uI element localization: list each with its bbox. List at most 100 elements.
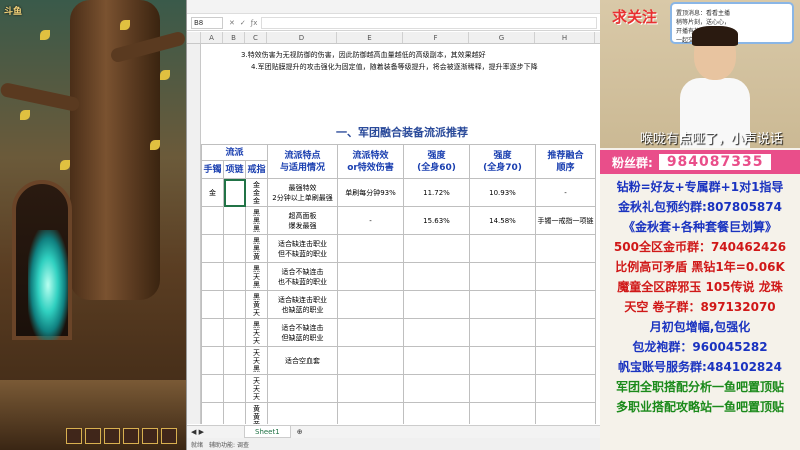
table-cell[interactable]	[403, 262, 470, 291]
column-letter[interactable]: F	[403, 32, 469, 43]
column-letter[interactable]: D	[267, 32, 337, 43]
table-cell[interactable]	[469, 402, 536, 424]
table-cell[interactable]	[201, 234, 224, 263]
cancel-icon[interactable]: ✕	[229, 19, 235, 27]
table-cell[interactable]	[535, 290, 596, 319]
table-cell[interactable]	[337, 234, 404, 263]
table-cell[interactable]: 黑 天 黑	[245, 262, 268, 291]
table-cell[interactable]	[223, 318, 246, 347]
enter-icon[interactable]: ✓	[240, 19, 246, 27]
table-cell[interactable]: 手镯一戒指一项链	[535, 206, 596, 235]
table-cell[interactable]: 天 天 黑	[245, 346, 268, 375]
table-cell[interactable]: -	[337, 206, 404, 235]
table-cell[interactable]: 11.72%	[403, 178, 470, 207]
skill-slot[interactable]	[161, 428, 177, 444]
table-cell[interactable]	[223, 178, 246, 207]
table-cell[interactable]	[223, 206, 246, 235]
skill-slot[interactable]	[123, 428, 139, 444]
table-cell[interactable]: 最强特效 2分钟以上单刷最强	[267, 178, 338, 207]
table-cell[interactable]: 适合不缺连击 也不缺蓝的职业	[267, 262, 338, 291]
table-cell[interactable]: 黄 黄 黄	[245, 402, 268, 424]
column-letter[interactable]: B	[223, 32, 245, 43]
table-cell[interactable]	[267, 402, 338, 424]
table-cell[interactable]	[223, 262, 246, 291]
add-sheet-icon[interactable]: ⊕	[297, 428, 303, 436]
sheet-nav-icon[interactable]: ◀ ▶	[191, 428, 204, 436]
table-cell[interactable]: 14.58%	[469, 206, 536, 235]
table-cell[interactable]	[535, 234, 596, 263]
table-cell[interactable]	[469, 262, 536, 291]
table-cell[interactable]	[223, 402, 246, 424]
table-cell[interactable]	[535, 318, 596, 347]
table-cell[interactable]	[535, 262, 596, 291]
table-cell[interactable]: 黑 天 天	[245, 318, 268, 347]
column-letter[interactable]: G	[469, 32, 535, 43]
section-title: 一、军团融合装备流派推荐	[336, 126, 468, 139]
table-cell[interactable]	[201, 374, 224, 403]
table-cell[interactable]	[223, 374, 246, 403]
table-cell[interactable]	[337, 346, 404, 375]
table-cell[interactable]	[403, 234, 470, 263]
table-cell[interactable]	[201, 262, 224, 291]
promo-line: 包龙袍群：960045282	[632, 340, 768, 354]
table-cell[interactable]	[337, 290, 404, 319]
table-cell[interactable]	[201, 318, 224, 347]
column-letter[interactable]: H	[535, 32, 595, 43]
table-cell[interactable]: 适合不缺连击 但缺蓝的职业	[267, 318, 338, 347]
table-cell[interactable]: 10.93%	[469, 178, 536, 207]
table-cell[interactable]	[201, 346, 224, 375]
table-cell[interactable]: 适合缺连击职业 也缺蓝的职业	[267, 290, 338, 319]
table-cell[interactable]	[223, 234, 246, 263]
table-cell[interactable]	[535, 346, 596, 375]
table-cell[interactable]	[469, 234, 536, 263]
table-cell[interactable]	[469, 346, 536, 375]
table-cell[interactable]: 适合缺连击职业 但不缺蓝的职业	[267, 234, 338, 263]
table-cell[interactable]	[469, 290, 536, 319]
table-cell[interactable]: 天 天 天	[245, 374, 268, 403]
column-letter[interactable]	[187, 32, 201, 43]
table-cell[interactable]	[403, 290, 470, 319]
table-cell[interactable]	[337, 374, 404, 403]
table-cell[interactable]: -	[535, 178, 596, 207]
table-cell[interactable]	[469, 318, 536, 347]
table-cell[interactable]	[403, 346, 470, 375]
sheet-tab[interactable]: Sheet1	[244, 426, 291, 438]
column-letter[interactable]: A	[201, 32, 223, 43]
column-letter[interactable]: E	[337, 32, 403, 43]
table-cell[interactable]	[337, 318, 404, 347]
table-cell[interactable]	[223, 290, 246, 319]
name-box[interactable]: B8	[191, 16, 223, 29]
table-cell[interactable]	[337, 262, 404, 291]
table-cell[interactable]	[403, 402, 470, 424]
table-cell[interactable]	[535, 374, 596, 403]
formula-input[interactable]	[261, 16, 597, 29]
skill-slot[interactable]	[142, 428, 158, 444]
screen: 斗鱼 B8 ✕ ✓ ƒx ABCDEFGH 3.特效伤害为无视防御的伤害，因此防…	[0, 0, 800, 450]
function-icon[interactable]: ƒx	[251, 19, 258, 27]
table-cell[interactable]	[337, 402, 404, 424]
table-cell[interactable]	[535, 402, 596, 424]
table-cell[interactable]	[223, 346, 246, 375]
table-cell[interactable]	[201, 402, 224, 424]
table-cell[interactable]	[201, 206, 224, 235]
skill-slot[interactable]	[85, 428, 101, 444]
table-cell[interactable]	[267, 374, 338, 403]
table-cell[interactable]	[201, 290, 224, 319]
table-cell[interactable]: 黑 黑 黄	[245, 234, 268, 263]
table-cell[interactable]: 超高面板 爆发最强	[267, 206, 338, 235]
table-cell[interactable]: 15.63%	[403, 206, 470, 235]
table-cell[interactable]: 适合空血套	[267, 346, 338, 375]
table-cell[interactable]: 金 金 金	[245, 178, 268, 207]
skill-slot[interactable]	[104, 428, 120, 444]
table-row: 黑 黑 黄适合缺连击职业 但不缺蓝的职业	[201, 234, 596, 263]
table-cell[interactable]	[403, 374, 470, 403]
skill-slot[interactable]	[66, 428, 82, 444]
table-cell[interactable]	[469, 374, 536, 403]
table-cell[interactable]: 金	[201, 178, 224, 207]
table-cell[interactable]: 黑 黑 黑	[245, 206, 268, 235]
table-cell[interactable]	[403, 318, 470, 347]
table-cell[interactable]: 单刷每分钟93%	[337, 178, 404, 207]
status-accessibility: 辅助功能: 调查	[209, 441, 249, 449]
column-letter[interactable]: C	[245, 32, 267, 43]
table-cell[interactable]: 黑 黄 天	[245, 290, 268, 319]
